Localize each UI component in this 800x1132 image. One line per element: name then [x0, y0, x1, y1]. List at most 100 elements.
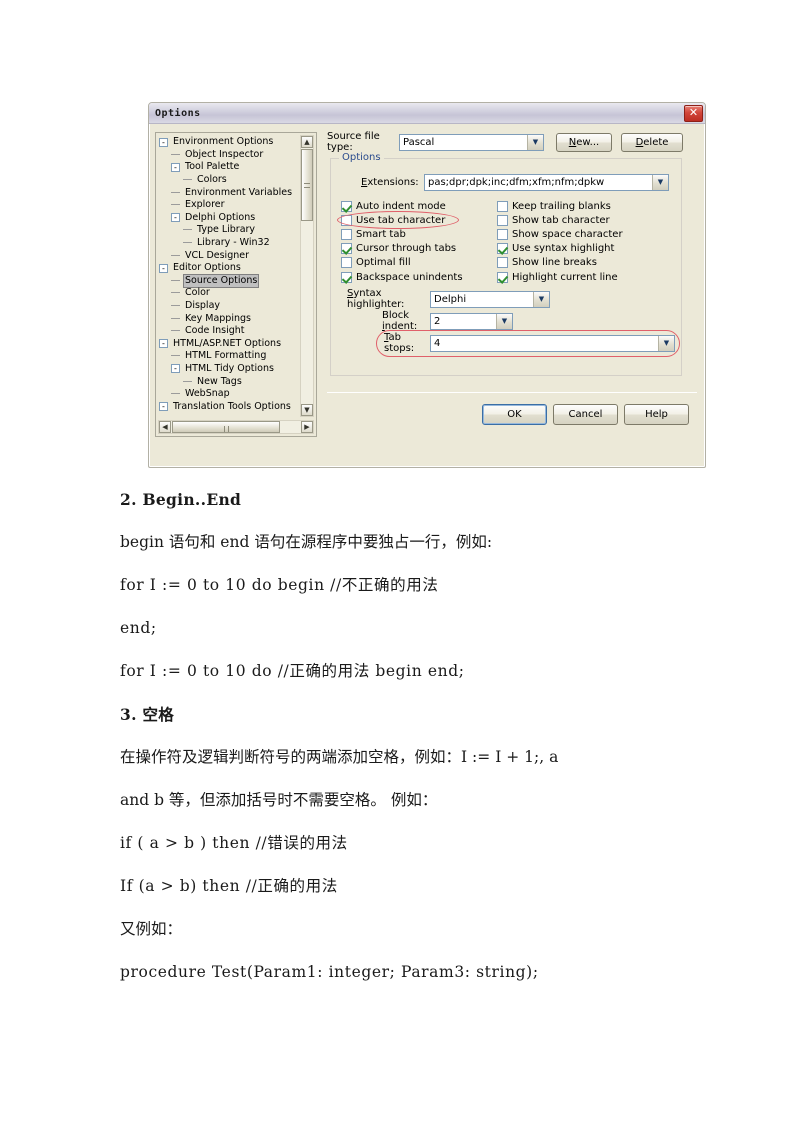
delete-button[interactable]: Delete: [621, 132, 683, 152]
tree-expander-icon[interactable]: -: [159, 339, 168, 349]
options-tree-panel[interactable]: - Environment Options Object Inspector - Too…: [155, 132, 317, 437]
extensions-input[interactable]: pas;dpr;dpk;inc;dfm;xfm;nfm;dpkw ▼: [424, 173, 669, 191]
tree-item-label: HTML/ASP.NET Options: [173, 337, 282, 349]
checkbox-row[interactable]: Highlight current line: [497, 270, 667, 284]
tree-vertical-scroll-thumb[interactable]: [301, 149, 313, 221]
scroll-up-arrow-icon[interactable]: ▲: [301, 136, 313, 148]
tree-item[interactable]: Display: [159, 300, 299, 313]
chevron-down-icon[interactable]: ▼: [533, 291, 549, 307]
checkbox-checked-icon[interactable]: [341, 200, 352, 212]
tree-branch-line-icon: [171, 330, 180, 332]
tree-expander-icon[interactable]: -: [171, 162, 180, 172]
tree-horizontal-scrollbar[interactable]: ◀ ▶: [158, 420, 314, 434]
ok-button[interactable]: OK: [482, 404, 547, 425]
checkbox-unchecked-icon[interactable]: [497, 214, 508, 226]
tree-item-label: WebSnap: [185, 388, 230, 400]
checkbox-unchecked-icon[interactable]: [341, 257, 352, 269]
scroll-down-arrow-icon[interactable]: ▼: [301, 404, 313, 416]
tree-item[interactable]: - Editor Options: [159, 262, 299, 275]
tree-item[interactable]: - Translation Tools Options: [159, 400, 299, 413]
tree-item-label: Object Inspector: [185, 148, 264, 160]
checkbox-row[interactable]: Auto indent mode: [341, 199, 501, 213]
chevron-down-icon[interactable]: ▼: [652, 174, 668, 190]
tree-item-label: Editor Options: [173, 262, 241, 274]
tree-item[interactable]: Key Mappings: [159, 312, 299, 325]
block-indent-label: Block indent:: [382, 310, 418, 332]
syntax-highlighter-select[interactable]: Delphi ▼: [430, 290, 550, 308]
document-body: 2. Begin..End begin 语句和 end 语句在源程序中要独占一行，…: [0, 478, 800, 994]
checkbox-label: Backspace unindents: [356, 271, 463, 283]
checkbox-row[interactable]: Optimal fill: [341, 256, 501, 270]
tree-item[interactable]: - Tool Palette: [159, 161, 299, 174]
checkbox-checked-icon[interactable]: [497, 243, 508, 255]
close-icon[interactable]: ✕: [684, 104, 703, 122]
tree-item[interactable]: New Tags: [159, 375, 299, 388]
checkbox-row[interactable]: Show line breaks: [497, 256, 667, 270]
tree-expander-icon[interactable]: -: [171, 213, 180, 223]
document-heading: 2. Begin..End: [120, 490, 242, 509]
tree-item[interactable]: Library - Win32: [159, 237, 299, 250]
new-button[interactable]: New...: [556, 132, 612, 152]
checkbox-label: Smart tab: [356, 228, 406, 240]
options-groupbox: Options Extensions: pas;dpr;dpk;inc;dfm;…: [330, 152, 682, 376]
checkbox-checked-icon[interactable]: [341, 271, 352, 283]
tree-item[interactable]: Environment Variables: [159, 186, 299, 199]
tree-item[interactable]: VCL Designer: [159, 249, 299, 262]
tree-item[interactable]: - HTML/ASP.NET Options: [159, 338, 299, 351]
help-button[interactable]: Help: [624, 404, 689, 425]
checkbox-label: Show space character: [512, 228, 623, 240]
tree-branch-line-icon: [171, 254, 180, 257]
dialog-titlebar[interactable]: Options ✕: [149, 103, 705, 124]
checkbox-unchecked-icon[interactable]: [497, 200, 508, 212]
tree-item[interactable]: Source Options: [159, 273, 299, 288]
checkbox-row[interactable]: Show tab character: [497, 213, 667, 227]
checkbox-unchecked-icon[interactable]: [341, 214, 352, 226]
tree-item[interactable]: HTML Formatting: [159, 350, 299, 363]
checkbox-row[interactable]: Smart tab: [341, 227, 501, 241]
tree-item-label: New Tags: [197, 375, 242, 387]
chevron-down-icon[interactable]: ▼: [496, 313, 512, 329]
checkbox-unchecked-icon[interactable]: [341, 228, 352, 240]
checkbox-row[interactable]: Keep trailing blanks: [497, 199, 667, 213]
chevron-down-icon[interactable]: ▼: [527, 134, 543, 150]
tree-expander-icon[interactable]: -: [159, 263, 168, 273]
tab-stops-select[interactable]: 4 ▼: [430, 334, 675, 352]
checkbox-row[interactable]: Show space character: [497, 227, 667, 241]
tree-item[interactable]: Explorer: [159, 199, 299, 212]
tree-item[interactable]: Type Library: [159, 224, 299, 237]
block-indent-select[interactable]: 2 ▼: [430, 312, 513, 330]
tree-item-label: Explorer: [185, 199, 225, 211]
checkbox-row[interactable]: Use tab character: [341, 213, 501, 227]
tree-item[interactable]: WebSnap: [159, 388, 299, 401]
cancel-button[interactable]: Cancel: [553, 404, 618, 425]
tree-branch-line-icon: [183, 380, 192, 383]
extensions-row: Extensions: pas;dpr;dpk;inc;dfm;xfm;nfm;…: [361, 173, 673, 191]
extensions-value: pas;dpr;dpk;inc;dfm;xfm;nfm;dpkw: [428, 176, 605, 188]
tree-item[interactable]: Object Inspector: [159, 149, 299, 162]
checkbox-row[interactable]: Use syntax highlight: [497, 242, 667, 256]
tree-item[interactable]: Colors: [159, 174, 299, 187]
checkbox-unchecked-icon[interactable]: [497, 257, 508, 269]
tree-item[interactable]: - Environment Options: [159, 136, 299, 149]
tree-item[interactable]: - Delphi Options: [159, 212, 299, 225]
tree-item-label: Tool Palette: [185, 161, 240, 173]
tree-item[interactable]: Code Insight: [159, 325, 299, 338]
checkbox-checked-icon[interactable]: [497, 271, 508, 283]
tree-item[interactable]: - HTML Tidy Options: [159, 363, 299, 376]
scroll-left-arrow-icon[interactable]: ◀: [159, 421, 171, 433]
chevron-down-icon[interactable]: ▼: [658, 335, 674, 351]
tree-expander-icon[interactable]: -: [159, 402, 168, 412]
options-tree[interactable]: - Environment Options Object Inspector - Too…: [159, 136, 299, 416]
tree-expander-icon[interactable]: -: [171, 364, 180, 374]
tree-branch-line-icon: [183, 179, 192, 181]
checkbox-row[interactable]: Backspace unindents: [341, 270, 501, 284]
source-file-type-select[interactable]: Pascal ▼: [399, 133, 544, 151]
checkbox-row[interactable]: Cursor through tabs: [341, 242, 501, 256]
checkbox-checked-icon[interactable]: [341, 243, 352, 255]
tree-vertical-scrollbar[interactable]: ▲ ▼: [300, 135, 314, 417]
tree-horizontal-scroll-thumb[interactable]: [172, 421, 280, 433]
tree-expander-icon[interactable]: -: [159, 137, 168, 147]
scroll-right-arrow-icon[interactable]: ▶: [301, 421, 313, 433]
checkbox-unchecked-icon[interactable]: [497, 228, 508, 240]
tree-item[interactable]: Color: [159, 287, 299, 300]
